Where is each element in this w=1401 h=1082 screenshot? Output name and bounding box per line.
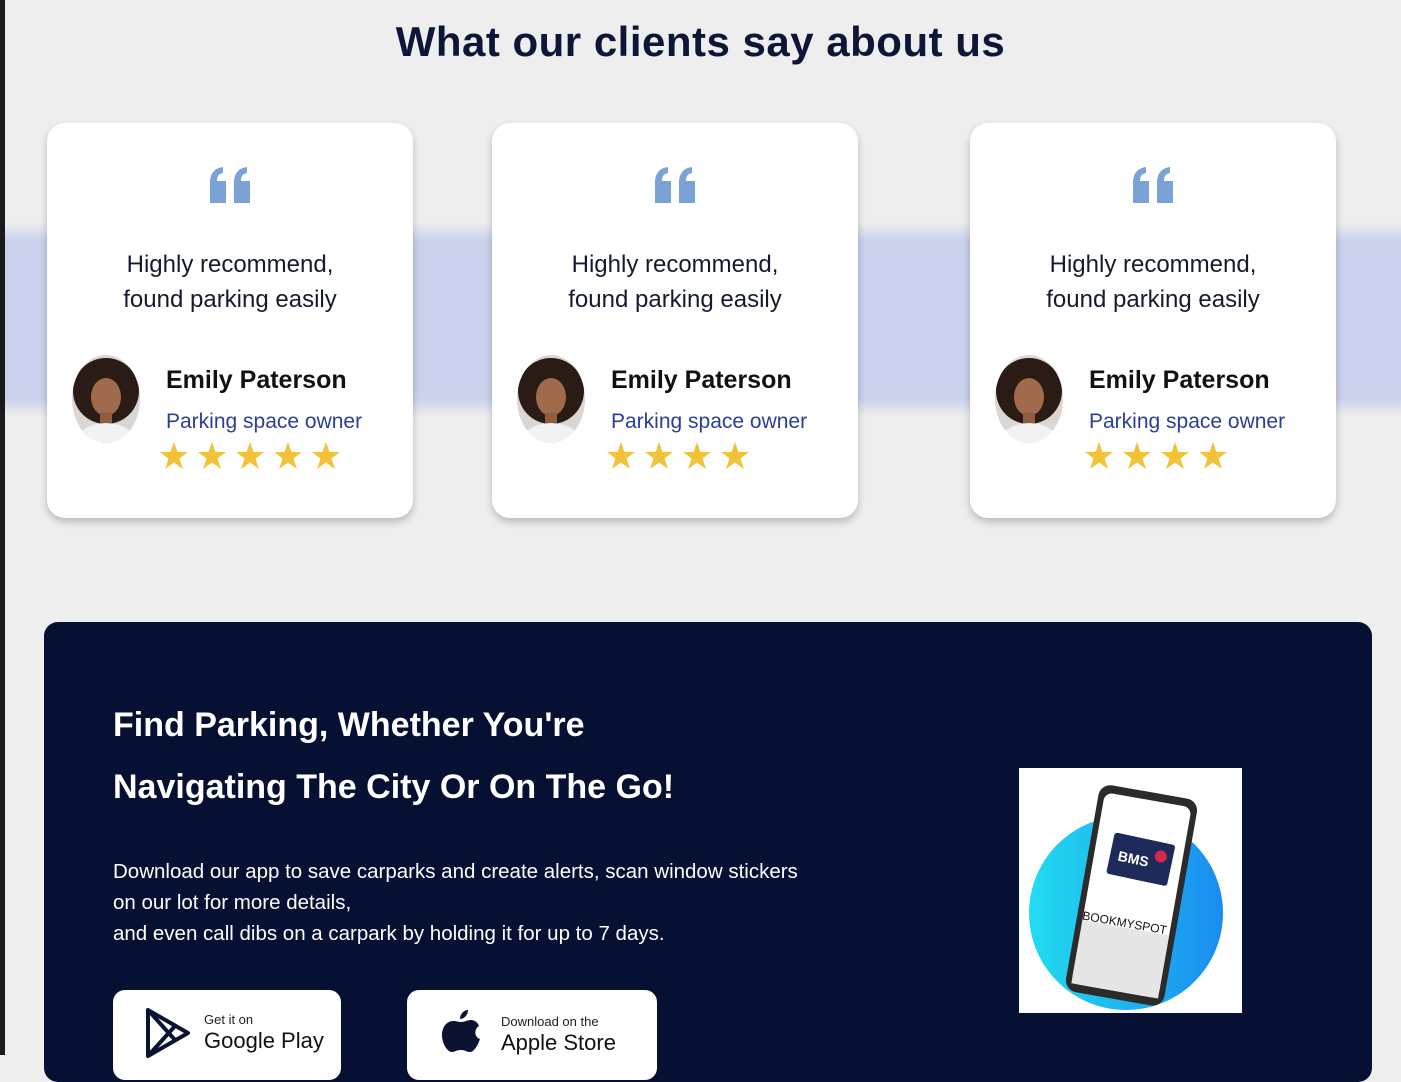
google-play-small-text: Get it on (204, 1012, 254, 1027)
quote-icon (655, 167, 695, 203)
avatar (72, 355, 140, 443)
person-name: Emily Paterson (611, 366, 792, 394)
star-icon (1085, 442, 1113, 469)
star-icon (1161, 442, 1189, 469)
star-icon (274, 442, 302, 469)
apple-store-label: Apple Store (501, 1030, 616, 1055)
avatar (517, 355, 585, 443)
person-role: Parking space owner (166, 410, 363, 433)
star-icon (312, 442, 340, 469)
testimonial-card: Highly recommend, found parking easily E… (492, 123, 858, 518)
cta-title: Find Parking, Whether You're Navigating … (113, 694, 833, 818)
testimonial-card: Highly recommend, found parking easily E… (47, 123, 413, 518)
person-role: Parking space owner (1089, 410, 1286, 433)
star-icon (645, 442, 673, 469)
testimonials-title: What our clients say about us (395, 18, 1006, 65)
quote-icon (1133, 167, 1173, 203)
review-text: Highly recommend, found parking easily (123, 251, 337, 313)
star-icon (198, 442, 226, 469)
star-icon (607, 442, 635, 469)
avatar (995, 355, 1063, 443)
quote-icon (210, 167, 250, 203)
cta-description-line: on our lot for more details, (113, 891, 352, 914)
apple-icon (442, 1010, 480, 1052)
google-play-icon (146, 1008, 190, 1058)
page-left-edge (0, 0, 5, 1055)
app-download-section: Find Parking, Whether You're Navigating … (44, 622, 1372, 1082)
review-text: Highly recommend, found parking easily (1046, 251, 1260, 313)
rating-stars (606, 441, 758, 473)
star-icon (160, 442, 188, 469)
star-icon (683, 442, 711, 469)
cta-description: Download our app to save carparks and cr… (113, 856, 913, 949)
rating-stars (1084, 441, 1236, 473)
app-promo-image: BMS BOOKMYSPOT (1019, 768, 1242, 1013)
cta-title-line: Navigating The City Or On The Go! (113, 768, 675, 806)
google-play-button[interactable]: Get it on Google Play (113, 990, 341, 1080)
review-text: Highly recommend, found parking easily (568, 251, 782, 313)
star-icon (1199, 442, 1227, 469)
star-icon (1123, 442, 1151, 469)
apple-store-button[interactable]: Download on the Apple Store (407, 990, 657, 1080)
star-icon (236, 442, 264, 469)
person-name: Emily Paterson (166, 366, 347, 394)
person-role: Parking space owner (611, 410, 808, 433)
rating-stars (159, 441, 349, 473)
cta-title-line: Find Parking, Whether You're (113, 706, 585, 744)
person-name: Emily Paterson (1089, 366, 1270, 394)
apple-store-small-text: Download on the (501, 1014, 599, 1029)
google-play-label: Google Play (204, 1028, 324, 1053)
cta-description-line: Download our app to save carparks and cr… (113, 860, 798, 883)
cta-description-line: and even call dibs on a carpark by holdi… (113, 922, 665, 945)
testimonial-card: Highly recommend, found parking easily E… (970, 123, 1336, 518)
star-icon (721, 442, 749, 469)
